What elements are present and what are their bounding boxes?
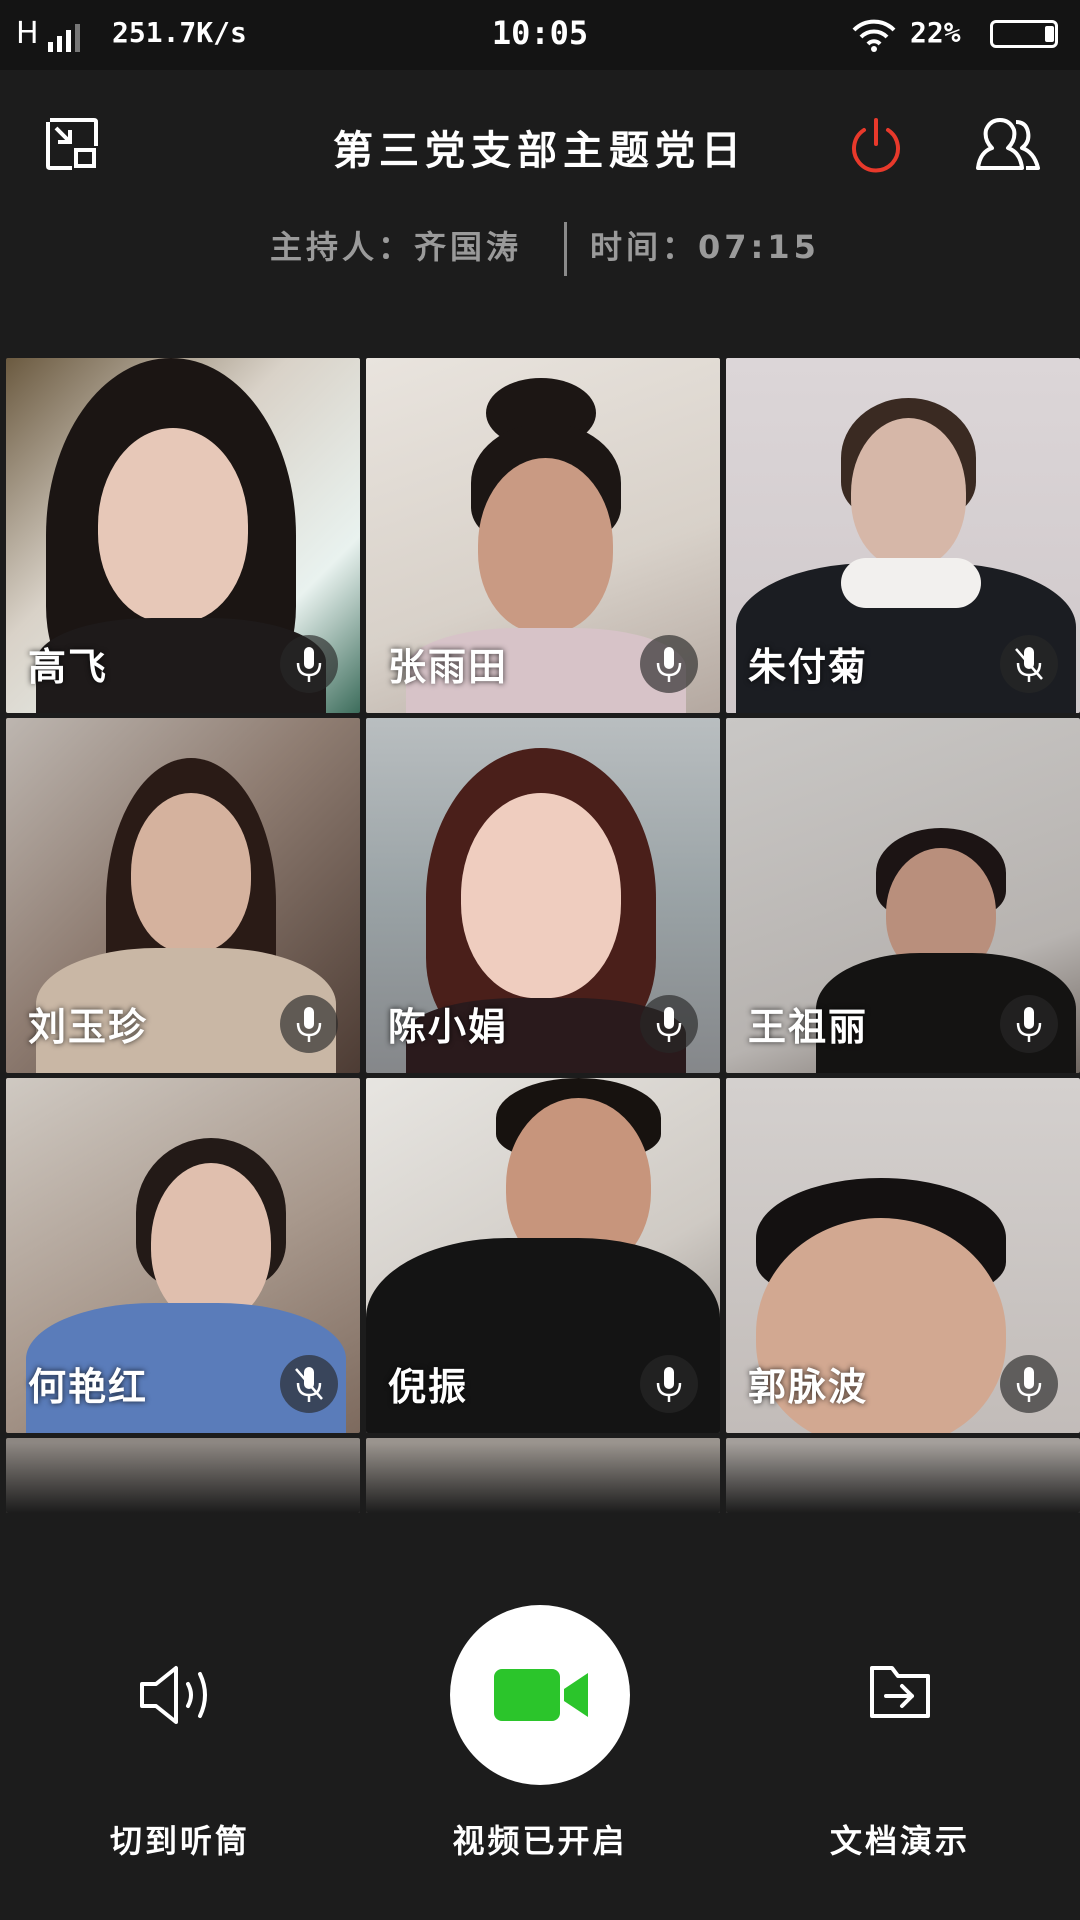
microphone-icon[interactable] (280, 995, 338, 1053)
participant-name: 倪振 (388, 1364, 469, 1409)
header-divider (564, 222, 567, 276)
participant-name: 张雨田 (388, 644, 509, 689)
video-tile[interactable]: 王祖丽 (726, 718, 1080, 1073)
doc-presentation-label[interactable]: 文档演示 (750, 1816, 1050, 1862)
meeting-title: 第三党支部主题党日 (333, 127, 747, 174)
status-bar: H 251.7K/s 10:05 22% (0, 0, 1080, 70)
participant-name: 郭脉波 (748, 1364, 869, 1409)
earpiece-label[interactable]: 切到听筒 (30, 1816, 330, 1862)
video-tile-partial[interactable] (726, 1438, 1080, 1513)
video-camera-icon (494, 1669, 588, 1721)
participant-name: 刘玉珍 (28, 1004, 149, 1049)
participants-icon[interactable] (974, 116, 1042, 172)
participant-name: 王祖丽 (748, 1004, 869, 1049)
microphone-icon[interactable] (280, 635, 338, 693)
microphone-icon[interactable] (640, 1355, 698, 1413)
video-toggle-button[interactable] (450, 1605, 630, 1785)
video-tile[interactable]: 陈小娟 (366, 718, 720, 1073)
speaker-icon[interactable] (138, 1662, 218, 1728)
wifi-icon (852, 19, 896, 52)
microphone-muted-icon[interactable] (280, 1355, 338, 1413)
microphone-icon[interactable] (640, 995, 698, 1053)
video-status-label[interactable]: 视频已开启 (390, 1816, 690, 1862)
folder-share-icon[interactable] (868, 1662, 932, 1720)
participant-name: 朱付菊 (748, 644, 869, 689)
participant-name: 陈小娟 (388, 1004, 509, 1049)
video-tile[interactable]: 何艳红 (6, 1078, 360, 1433)
shrink-window-icon[interactable] (44, 116, 100, 172)
video-tile[interactable]: 刘玉珍 (6, 718, 360, 1073)
elapsed-time: 时间：07:15 (590, 228, 820, 266)
video-tile[interactable]: 倪振 (366, 1078, 720, 1433)
video-tile[interactable]: 郭脉波 (726, 1078, 1080, 1433)
participant-name: 何艳红 (28, 1364, 149, 1409)
host-label: 主持人：齐国涛 (270, 228, 523, 266)
video-tile[interactable]: 朱付菊 (726, 358, 1080, 713)
battery-percent: 22% (910, 16, 961, 49)
microphone-muted-icon[interactable] (1000, 635, 1058, 693)
microphone-icon[interactable] (1000, 995, 1058, 1053)
video-tile-partial[interactable] (366, 1438, 720, 1513)
video-tile[interactable]: 高飞 (6, 358, 360, 713)
microphone-icon[interactable] (640, 635, 698, 693)
power-icon[interactable] (846, 116, 906, 176)
battery-icon (990, 20, 1058, 48)
participant-name: 高飞 (28, 644, 109, 689)
video-tile-partial[interactable] (6, 1438, 360, 1513)
video-tile[interactable]: 张雨田 (366, 358, 720, 713)
microphone-icon[interactable] (1000, 1355, 1058, 1413)
